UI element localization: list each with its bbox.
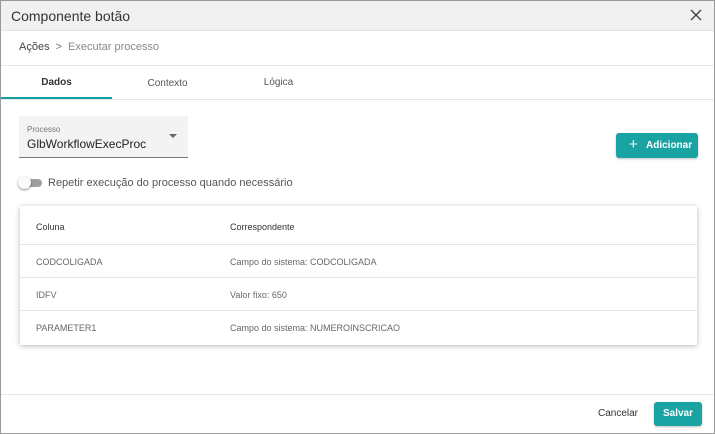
cell-correspondente: Valor fixo: 650 bbox=[230, 290, 287, 300]
tab-logica[interactable]: Lógica bbox=[223, 77, 334, 88]
process-select-value: GlbWorkflowExecProc bbox=[27, 137, 147, 151]
table-row[interactable]: PARAMETER1 Campo do sistema: NUMEROINSCR… bbox=[20, 311, 697, 344]
tabs-divider bbox=[1, 99, 714, 100]
repeat-execution-label: Repetir execução do processo quando nece… bbox=[48, 177, 293, 189]
mapping-table: Coluna Correspondente CODCOLIGADA Campo … bbox=[20, 206, 697, 345]
save-button[interactable]: Salvar bbox=[654, 402, 702, 426]
breadcrumb-item-current: Executar processo bbox=[68, 41, 160, 53]
tab-contexto[interactable]: Contexto bbox=[112, 78, 223, 89]
dialog: Componente botão Ações > Executar processo… bbox=[0, 0, 715, 434]
table-header-row: Coluna Correspondente bbox=[20, 206, 697, 245]
breadcrumb-item-acoes[interactable]: Ações bbox=[19, 41, 50, 53]
dropdown-arrow-icon bbox=[169, 134, 177, 138]
breadcrumb-separator: > bbox=[55, 41, 63, 53]
tab-dados[interactable]: Dados bbox=[1, 77, 112, 88]
repeat-execution-toggle[interactable] bbox=[18, 176, 44, 189]
table-row[interactable]: CODCOLIGADA Campo do sistema: CODCOLIGAD… bbox=[20, 245, 697, 278]
plus-icon: + bbox=[629, 136, 638, 153]
cell-correspondente: Campo do sistema: CODCOLIGADA bbox=[230, 257, 377, 267]
add-button[interactable]: + Adicionar bbox=[616, 133, 698, 158]
table-row[interactable]: IDFV Valor fixo: 650 bbox=[20, 278, 697, 311]
breadcrumb-divider bbox=[1, 65, 714, 66]
close-icon[interactable] bbox=[686, 5, 706, 25]
column-header-coluna: Coluna bbox=[36, 222, 65, 232]
add-button-label: Adicionar bbox=[646, 140, 693, 151]
cell-coluna: PARAMETER1 bbox=[36, 323, 97, 333]
toggle-thumb bbox=[18, 176, 31, 189]
process-select-label: Processo bbox=[27, 125, 61, 134]
dialog-titlebar: Componente botão bbox=[1, 1, 714, 31]
process-select[interactable]: Processo GlbWorkflowExecProc bbox=[19, 116, 188, 158]
cell-correspondente: Campo do sistema: NUMEROINSCRICAO bbox=[230, 323, 401, 333]
dialog-title: Componente botão bbox=[11, 8, 131, 24]
breadcrumb: Ações > Executar processo bbox=[19, 41, 159, 53]
footer-divider bbox=[1, 394, 714, 395]
cell-coluna: CODCOLIGADA bbox=[36, 257, 103, 267]
cell-coluna: IDFV bbox=[36, 290, 57, 300]
column-header-correspondente: Correspondente bbox=[230, 222, 295, 232]
cancel-button[interactable]: Cancelar bbox=[592, 402, 644, 426]
